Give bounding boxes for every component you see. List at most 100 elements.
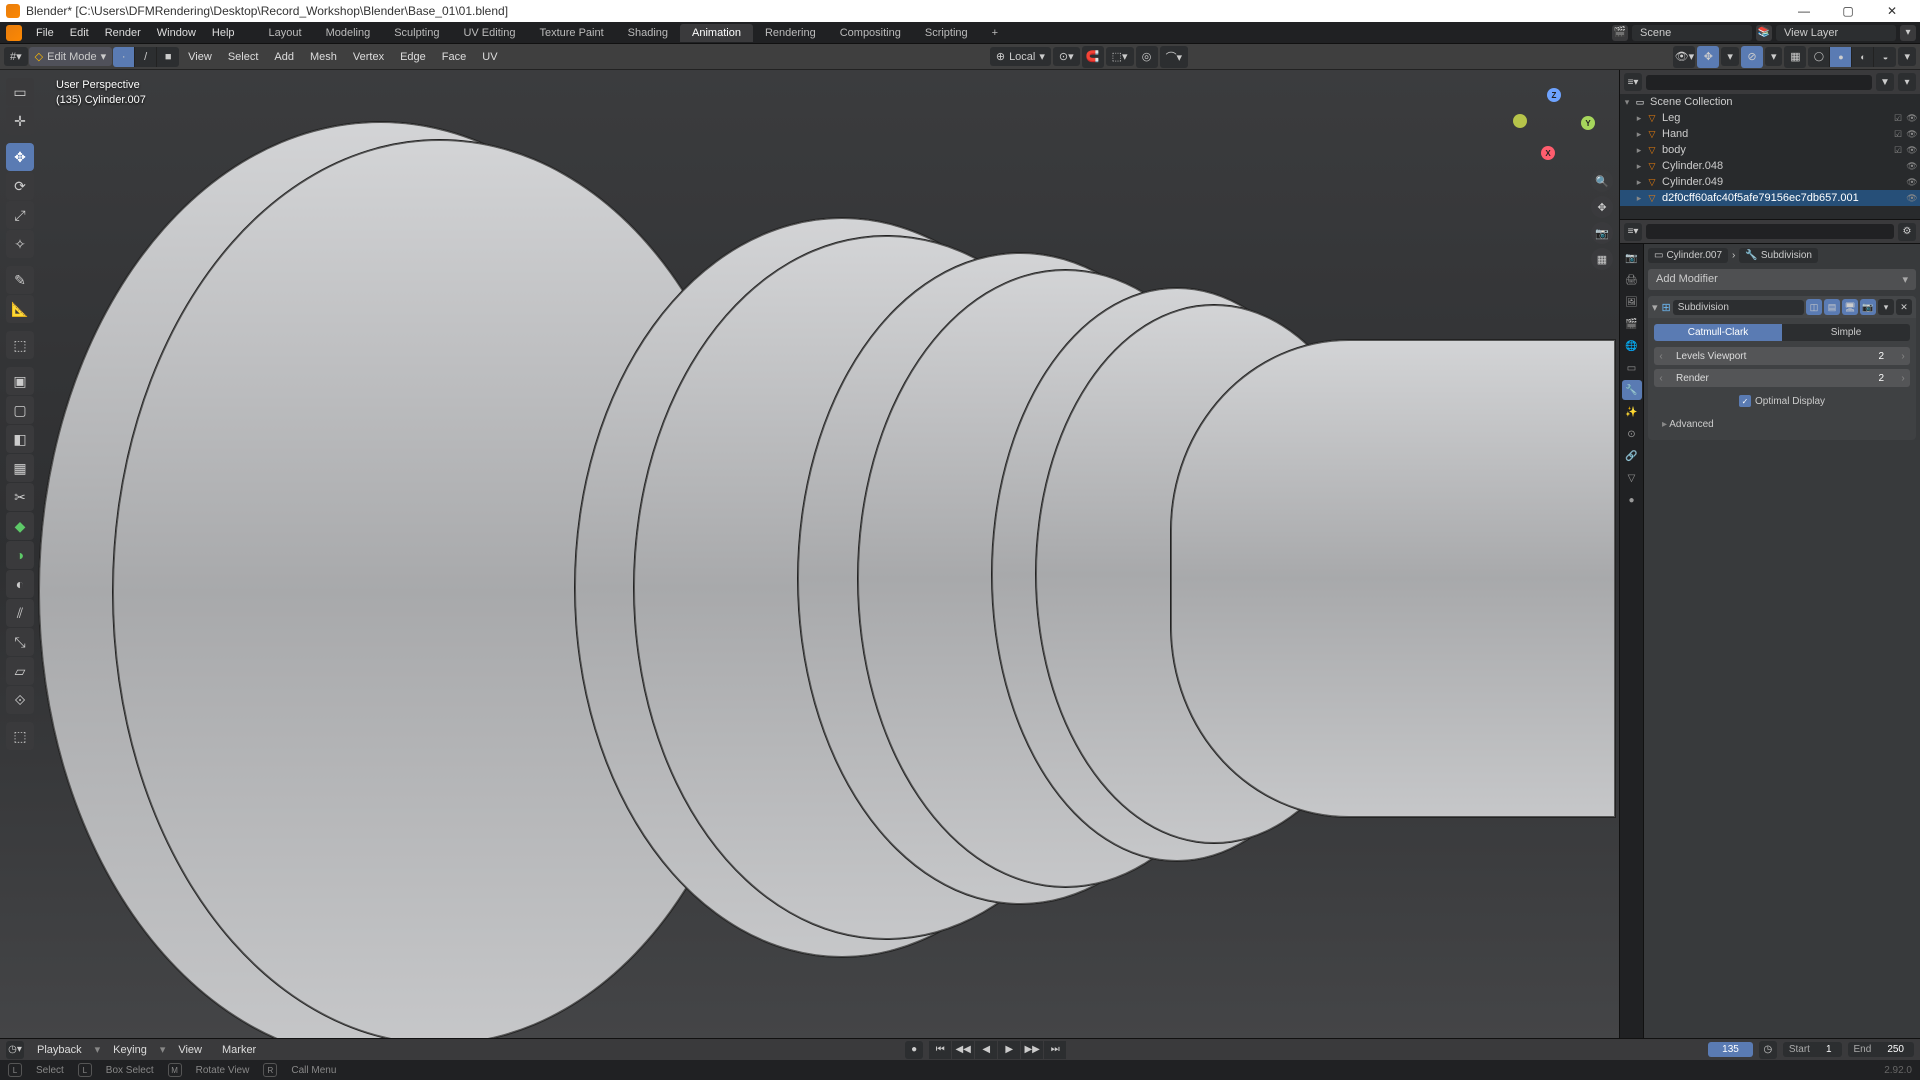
vertex-select-mode[interactable]: · (113, 47, 135, 67)
preview-range[interactable]: ◷ (1759, 1041, 1777, 1059)
hide-icon[interactable]: ☑ (1892, 128, 1904, 140)
header-mesh[interactable]: Mesh (303, 48, 344, 66)
blender-app-icon[interactable] (6, 25, 22, 41)
snap-target[interactable]: ⬚▾ (1106, 47, 1134, 66)
eye-icon[interactable]: 👁 (1906, 160, 1918, 172)
prop-tab-constraints[interactable]: 🔗 (1622, 446, 1642, 466)
header-uv[interactable]: UV (475, 48, 504, 66)
header-select[interactable]: Select (221, 48, 266, 66)
tool-rotate[interactable]: ⟳ (6, 172, 34, 200)
new-viewlayer-button[interactable]: ▾ (1900, 25, 1916, 41)
visibility-dropdown[interactable]: 👁▾ (1673, 46, 1695, 68)
outliner-item-body[interactable]: ▸▽body☑👁 (1620, 142, 1920, 158)
mod-render-toggle[interactable]: 📷 (1860, 299, 1876, 315)
shade-wireframe[interactable]: ◯ (1808, 47, 1830, 67)
tool-measure[interactable]: 📐 (6, 295, 34, 323)
shade-solid[interactable]: ● (1830, 47, 1852, 67)
subdiv-catmull[interactable]: Catmull-Clark (1654, 324, 1782, 341)
axis-neg[interactable] (1513, 114, 1527, 128)
header-face[interactable]: Face (435, 48, 473, 66)
tab-rendering[interactable]: Rendering (753, 24, 828, 42)
shade-rendered[interactable]: ◒ (1874, 47, 1896, 67)
mod-delete-button[interactable]: ✕ (1896, 299, 1912, 315)
persp-ortho-icon[interactable]: ▦ (1591, 248, 1613, 270)
eye-icon[interactable]: 👁 (1906, 176, 1918, 188)
timeline-keying[interactable]: Keying (106, 1042, 154, 1058)
autokey-toggle[interactable]: ● (905, 1041, 923, 1059)
maximize-button[interactable]: ▢ (1826, 0, 1870, 22)
camera-view-icon[interactable]: 📷 (1591, 222, 1613, 244)
tool-annotate[interactable]: ✎ (6, 266, 34, 294)
proportional-toggle[interactable]: ◎ (1136, 46, 1158, 68)
editor-type-dropdown[interactable]: #▾ (4, 47, 28, 66)
props-options[interactable]: ⚙ (1898, 223, 1916, 241)
next-key[interactable]: ▶▶ (1021, 1041, 1043, 1059)
mode-dropdown[interactable]: ◇Edit Mode▾ (29, 47, 113, 66)
mod-realtime-toggle[interactable]: 🖥 (1842, 299, 1858, 315)
header-vertex[interactable]: Vertex (346, 48, 391, 66)
tool-shear[interactable]: ▱ (6, 657, 34, 685)
tab-texture-paint[interactable]: Texture Paint (527, 24, 615, 42)
tool-cursor[interactable]: ✛ (6, 107, 34, 135)
edge-select-mode[interactable]: / (135, 47, 157, 67)
outliner-item-leg[interactable]: ▸▽Leg☑👁 (1620, 110, 1920, 126)
overlay-toggle[interactable]: ⊘ (1741, 46, 1763, 68)
viewport-3d[interactable]: User Perspective (135) Cylinder.007 ▭ ✛ … (0, 70, 1620, 1038)
mod-extra-dropdown[interactable]: ▾ (1878, 299, 1894, 315)
timeline-playback[interactable]: Playback (30, 1042, 89, 1058)
outliner-editor-type[interactable]: ≡▾ (1624, 73, 1642, 91)
header-view[interactable]: View (181, 48, 219, 66)
tab-uv-editing[interactable]: UV Editing (451, 24, 527, 42)
menu-help[interactable]: Help (204, 24, 243, 42)
tab-modeling[interactable]: Modeling (314, 24, 383, 42)
prop-tab-scene[interactable]: 🎬 (1622, 314, 1642, 334)
viewlayer-selector[interactable]: View Layer (1776, 25, 1896, 41)
props-editor-dropdown[interactable]: ≡▾ (1624, 223, 1642, 241)
prop-tab-output[interactable]: 🖨 (1622, 270, 1642, 290)
prop-tab-object[interactable]: ▭ (1622, 358, 1642, 378)
timeline-view[interactable]: View (171, 1042, 209, 1058)
viewlayer-icon[interactable]: 📚 (1756, 25, 1772, 41)
tool-knife[interactable]: ✂ (6, 483, 34, 511)
orientation-dropdown[interactable]: ⊕Local▾ (990, 47, 1051, 66)
close-button[interactable]: ✕ (1870, 0, 1914, 22)
timeline-editor-dropdown[interactable]: ◷▾ (6, 1041, 24, 1059)
tool-rip[interactable]: ⟐ (6, 686, 34, 714)
tool-loopcut[interactable]: ▦ (6, 454, 34, 482)
tool-extrude[interactable]: ▣ (6, 367, 34, 395)
menu-edit[interactable]: Edit (62, 24, 97, 42)
gizmo-toggle[interactable]: ✥ (1697, 46, 1719, 68)
tab-shading[interactable]: Shading (616, 24, 680, 42)
eye-icon[interactable]: 👁 (1906, 192, 1918, 204)
play-rev[interactable]: ◀ (975, 1041, 997, 1059)
outliner-item-longhash[interactable]: ▸▽d2f0cff60afc40f5afe79156ec7db657.001👁 (1620, 190, 1920, 206)
subdiv-simple[interactable]: Simple (1782, 324, 1910, 341)
breadcrumb-object[interactable]: ▭ Cylinder.007 (1648, 248, 1728, 263)
tab-scripting[interactable]: Scripting (913, 24, 980, 42)
scene-icon[interactable]: 🎬 (1612, 25, 1628, 41)
menu-window[interactable]: Window (149, 24, 204, 42)
prop-tab-physics[interactable]: ⊙ (1622, 424, 1642, 444)
frame-end[interactable]: End250 (1848, 1042, 1914, 1057)
header-add[interactable]: Add (267, 48, 301, 66)
tab-sculpting[interactable]: Sculpting (382, 24, 451, 42)
play-fwd[interactable]: ▶ (998, 1041, 1020, 1059)
gizmo-dropdown[interactable]: ▾ (1721, 47, 1739, 66)
tab-add[interactable]: + (980, 24, 1010, 42)
props-search[interactable] (1646, 224, 1894, 239)
modifier-advanced[interactable]: Advanced (1654, 415, 1910, 434)
tool-bevel[interactable]: ◧ (6, 425, 34, 453)
levels-render-field[interactable]: ‹Render2› (1654, 369, 1910, 387)
prop-tab-render[interactable]: 📷 (1622, 248, 1642, 268)
prop-tab-modifier[interactable]: 🔧 (1622, 380, 1642, 400)
axis-y-icon[interactable]: Y (1581, 116, 1595, 130)
outliner-item-cyl049[interactable]: ▸▽Cylinder.049👁 (1620, 174, 1920, 190)
zoom-icon[interactable]: 🔍 (1591, 170, 1613, 192)
tool-last[interactable]: ⬚ (6, 722, 34, 750)
tool-shrink[interactable]: ⤡ (6, 628, 34, 656)
outliner-filter-button[interactable]: ▼ (1876, 73, 1894, 91)
add-modifier-button[interactable]: Add Modifier (1648, 269, 1916, 290)
prop-tab-world[interactable]: 🌐 (1622, 336, 1642, 356)
outliner-item-hand[interactable]: ▸▽Hand☑👁 (1620, 126, 1920, 142)
optimal-display-row[interactable]: ✓ Optimal Display (1654, 391, 1910, 411)
